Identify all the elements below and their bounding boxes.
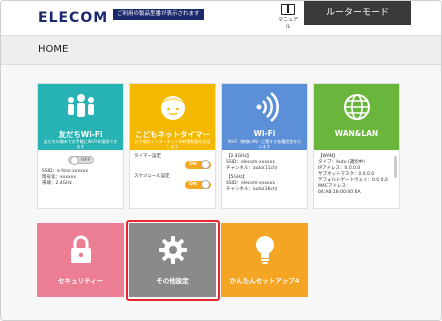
people-icon [67,94,94,117]
tile-security[interactable]: セキュリティー [37,223,124,297]
selection-highlight [126,220,220,301]
top-bar: ELECOM ご利用の製品型番が表示されます マニュアル ルーターモード [1,1,441,35]
card-wifi-header: Wi-Fi Wi-Fi（無線LAN）に関する各種設定を行います [222,84,307,150]
globe-icon [343,94,370,120]
card-kids-net-timer[interactable]: こどもネットタイマー お子様のインターネットの時間制限を設定します タイマー設定… [129,83,216,209]
tile-label: セキュリティー [57,277,104,285]
page-header: HOME [1,35,441,65]
card-wifi[interactable]: Wi-Fi Wi-Fi（無線LAN）に関する各種設定を行います 【2.4GHz】… [221,83,308,209]
schedule-toggle[interactable]: ON [185,179,211,189]
child-face-icon [160,96,185,120]
brand-logo: ELECOM [38,10,109,26]
card-friend-wifi[interactable]: 友だちWi-Fi 友だちの端末でお手軽にWi-Fiを接続できます OFF SSI… [37,83,124,209]
card-kids-timer-header: こどもネットタイマー お子様のインターネットの時間制限を設定します [130,84,215,150]
model-tagline: ご利用の製品型番が表示されます [113,9,204,20]
tile-label: かんたんセットアップ4 [229,277,300,285]
card-wan-lan-header: WAN&LAN [314,84,399,150]
manual-label: マニュアル [278,17,298,30]
card-friend-wifi-header: 友だちWi-Fi 友だちの端末でお手軽にWi-Fiを接続できます [38,84,123,150]
friend-wifi-toggle[interactable]: OFF [67,156,94,165]
page-title: HOME [38,44,69,55]
app-window: ELECOM ご利用の製品型番が表示されます マニュアル ルーターモード HOM… [0,0,442,321]
router-mode-button[interactable]: ルーターモード [304,1,411,25]
book-icon [281,4,295,15]
card-body: 【2.4GHz】 SSID：elecom-xxxxxx チャンネル：auto(1… [222,150,307,197]
card-title: Wi-Fi [253,129,276,138]
card-description: Wi-Fi（無線LAN）に関する各種設定を行います [227,139,302,149]
card-wan-lan[interactable]: WAN&LAN 【WAN】 タイプ：Auto (識別中) IPアドレス：0.0.… [313,83,400,209]
scrollbar[interactable] [394,156,397,178]
card-body: OFF SSID：e-fsns-xxxxxx 暗号化：xxxxxx 帯域：2.4… [38,150,123,191]
info-line: 帯域：2.4GHz [42,180,72,186]
manual-button[interactable]: マニュアル [277,4,299,30]
lightbulb-icon [255,236,274,264]
wifi-icon [256,92,279,122]
info-line: 04:AB:18:00:00:6A [318,190,361,195]
info-line: チャンネル：auto(36ch) [226,187,278,192]
tile-easy-setup[interactable]: かんたんセットアップ4 [221,223,308,297]
card-body: タイマー設定 ON スケジュール設定 ON [130,150,215,194]
schedule-setting-label: スケジュール設定 [134,173,170,179]
timer-setting-label: タイマー設定 [134,154,161,159]
lock-icon [70,235,91,263]
timer-toggle[interactable]: ON [185,160,211,169]
card-description: 友だちの端末でお手軽にWi-Fiを接続できます [43,139,118,149]
card-title: WAN&LAN [334,129,379,138]
card-description: お子様のインターネットの時間制限を設定します [134,139,211,149]
card-body: 【WAN】 タイプ：Auto (識別中) IPアドレス：0.0.0.0 サブネッ… [314,150,399,200]
